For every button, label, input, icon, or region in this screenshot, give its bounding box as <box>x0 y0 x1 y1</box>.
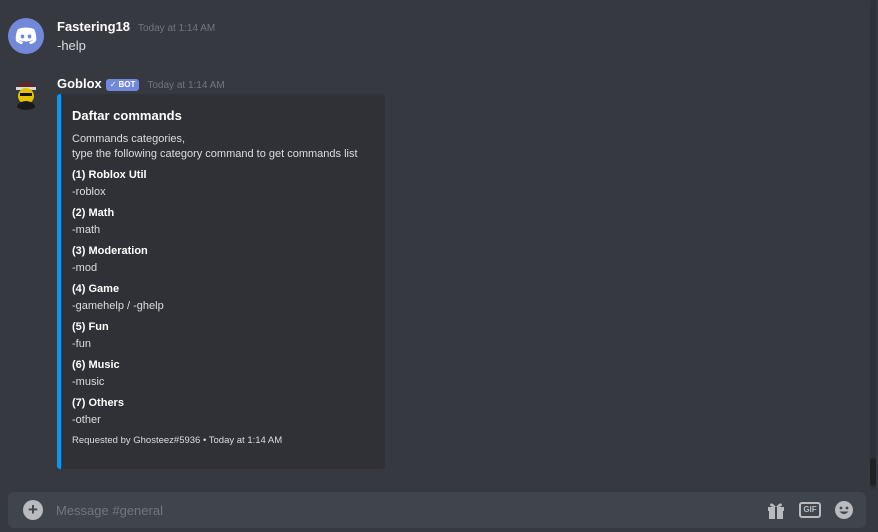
bot-tag: ✓ BOT <box>105 78 140 91</box>
message-composer: + GIF <box>8 492 866 528</box>
gift-button[interactable] <box>765 500 787 520</box>
embed-description-line: type the following category command to g… <box>72 148 358 160</box>
command-embed: Daftar commands Commands categories, typ… <box>57 94 385 469</box>
embed-field-value: -gamehelp / -ghelp <box>72 300 164 312</box>
embed-field: (5) Fun -fun <box>72 319 385 353</box>
embed-field-value: -roblox <box>72 186 106 198</box>
embed-footer: Requested by Ghosteez#5936 • Today at 1:… <box>72 435 283 446</box>
chat-messages: Fastering18 Today at 1:14 AM -help Goblo… <box>0 0 870 490</box>
embed-field: (1) Roblox Util -roblox <box>72 167 385 201</box>
bot-avatar-icon <box>8 74 44 110</box>
gif-label: GIF <box>799 502 821 518</box>
message-timestamp: Today at 1:14 AM <box>147 80 225 91</box>
embed-field-name: (7) Others <box>72 397 124 409</box>
embed-title: Daftar commands <box>72 108 182 123</box>
embed-field: (4) Game -gamehelp / -ghelp <box>72 281 385 315</box>
embed-field-value: -math <box>72 224 101 236</box>
upload-plus-icon[interactable]: + <box>23 500 43 520</box>
message-input[interactable] <box>56 498 736 522</box>
embed-field-name: (1) Roblox Util <box>72 169 147 181</box>
embed-field: (6) Music -music <box>72 357 385 391</box>
embed-field-name: (5) Fun <box>72 321 109 333</box>
embed-field-value: -music <box>72 376 105 388</box>
emoji-icon <box>835 501 853 519</box>
embed-field: (7) Others -other <box>72 395 385 429</box>
scrollbar-track[interactable] <box>870 0 876 490</box>
emoji-button[interactable] <box>833 500 855 520</box>
embed-field-value: -mod <box>72 262 98 274</box>
embed-field-name: (2) Math <box>72 207 115 219</box>
bot-avatar[interactable] <box>8 74 44 110</box>
gif-button[interactable]: GIF <box>799 500 821 520</box>
embed-field-name: (4) Game <box>72 283 120 295</box>
check-icon: ✓ <box>109 80 117 89</box>
embed-field-value: -fun <box>72 338 91 350</box>
embed-field-value: -other <box>72 414 101 426</box>
embed-field: (3) Moderation -mod <box>72 243 385 277</box>
embed-field-name: (3) Moderation <box>72 245 148 257</box>
scrollbar-thumb[interactable] <box>870 458 876 486</box>
bot-tag-label: BOT <box>118 80 136 89</box>
gift-icon <box>768 503 784 519</box>
embed-field-name: (6) Music <box>72 359 120 371</box>
embed-description: Commands categories, type the following … <box>72 132 385 162</box>
embed-field: (2) Math -math <box>72 205 385 239</box>
username[interactable]: Goblox <box>57 76 102 91</box>
embed-description-line: Commands categories, <box>72 133 186 145</box>
